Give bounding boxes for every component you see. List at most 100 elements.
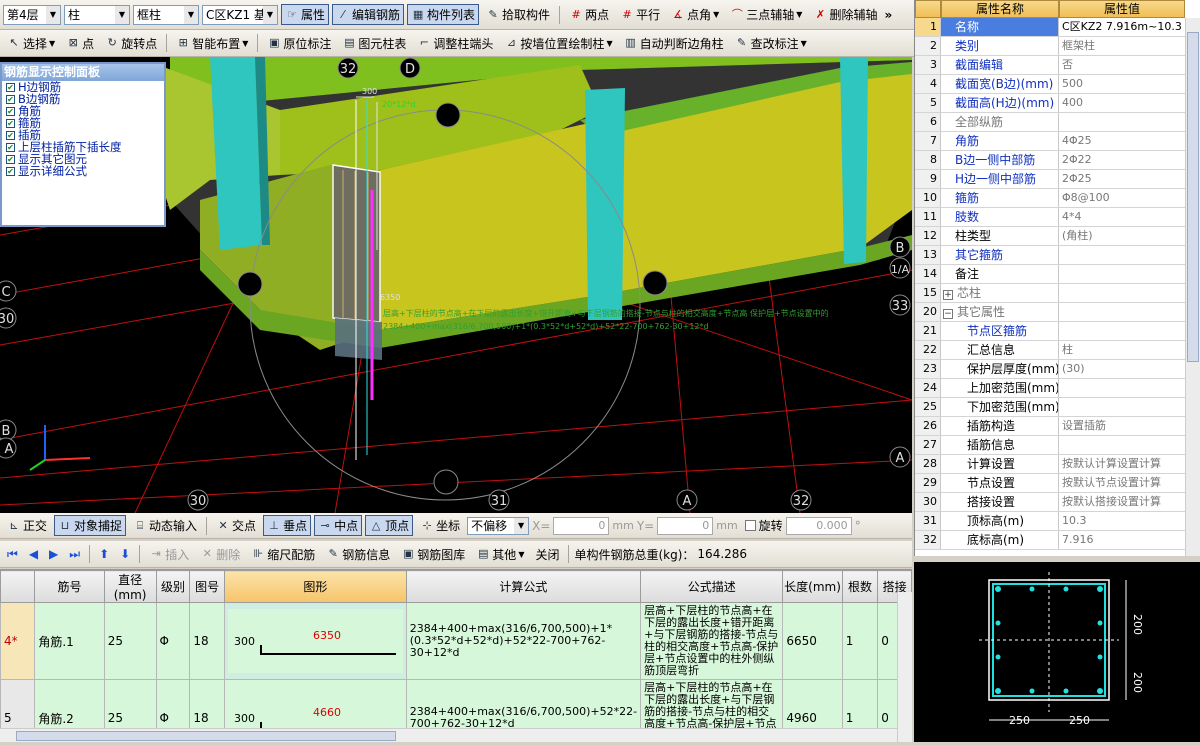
column-header[interactable]: 公式描述 (640, 570, 784, 603)
column-header[interactable]: 计算公式 (405, 570, 642, 603)
object-snap-button[interactable]: ⊔ 对象捕捉 (54, 515, 127, 536)
column-header[interactable]: 长度(mm) (782, 570, 843, 603)
other-button[interactable]: ▤ 其他 ▼ (472, 544, 528, 565)
check-mark-button[interactable]: ✎ 查改标注 ▼ (731, 33, 811, 54)
insert-button[interactable]: ⇥ 插入 (145, 544, 193, 565)
property-row[interactable]: 25 下加密范围(mm) (915, 398, 1185, 417)
property-row[interactable]: 12 柱类型 (角柱) (915, 227, 1185, 246)
property-value[interactable]: (角柱) (1059, 227, 1185, 245)
cell-shape[interactable]: 300 6350 (223, 602, 407, 680)
property-value[interactable] (1059, 379, 1185, 397)
floor-select[interactable]: 第4层 ▼ (3, 4, 61, 25)
column-table-button[interactable]: ▤ 图元柱表 (338, 33, 410, 54)
properties-button[interactable]: ☞ 属性 (281, 4, 330, 25)
component-select[interactable]: C区KZ1 基 ▼ (202, 4, 278, 25)
checkbox-checked-icon[interactable]: ✔ (6, 166, 15, 176)
cell-length[interactable]: 6650 (782, 602, 843, 680)
column-header[interactable]: 直径(mm) (103, 570, 157, 603)
property-value[interactable]: 500 (1059, 75, 1185, 93)
smart-layout-button[interactable]: ⊞ 智能布置 ▼ (172, 33, 252, 54)
close-button[interactable]: 关闭 (531, 544, 563, 565)
property-value[interactable] (1059, 113, 1185, 131)
pick-component-button[interactable]: ✎ 拾取构件 (482, 4, 554, 25)
property-row[interactable]: 22 汇总信息 柱 (915, 341, 1185, 360)
scale-rebar-button[interactable]: ⊪ 缩尺配筋 (247, 544, 319, 565)
checkbox-checked-icon[interactable]: ✔ (6, 118, 15, 128)
cell-dia[interactable]: 25 (103, 602, 157, 680)
checkbox-checked-icon[interactable]: ✔ (6, 154, 15, 164)
delete-axis-button[interactable]: ✗ 删除辅轴 (809, 4, 881, 25)
three-point-axis-button[interactable]: ⌒ 三点辅轴 ▼ (726, 4, 806, 25)
property-row[interactable]: 6 全部纵筋 (915, 113, 1185, 132)
first-record-icon[interactable]: ⏮ (7, 547, 18, 562)
property-row[interactable]: 27 插筋信息 (915, 436, 1185, 455)
property-value[interactable]: 按默认搭接设置计算 (1059, 493, 1185, 511)
column-header[interactable] (0, 570, 36, 603)
rotate-point-button[interactable]: ↻ 旋转点 (101, 33, 161, 54)
property-value[interactable]: 设置插筋 (1059, 417, 1185, 435)
property-value[interactable]: 按默认计算设置计算 (1059, 455, 1185, 473)
cell-formula[interactable]: 2384+400+max(316/6,700,500)+1*(0.3*52*d+… (405, 602, 642, 680)
property-row[interactable]: 11 肢数 4*4 (915, 208, 1185, 227)
point-button[interactable]: ⊠ 点 (62, 33, 98, 54)
property-value[interactable]: 框架柱 (1059, 37, 1185, 55)
dynamic-input-button[interactable]: ⌸ 动态输入 (129, 515, 201, 536)
property-row[interactable]: 3 截面编辑 否 (915, 56, 1185, 75)
column-header[interactable]: 图号 (189, 570, 225, 603)
property-value[interactable] (1059, 246, 1185, 264)
y-coordinate-input[interactable]: 0 (657, 516, 714, 535)
property-row[interactable]: 9 H边一侧中部筋 2Φ25 (915, 170, 1185, 189)
property-row[interactable]: 32 底标高(m) 7.916 (915, 531, 1185, 550)
table-vertical-scrollbar[interactable] (897, 592, 912, 742)
property-row[interactable]: 1 名称 C区KZ2 7.916m~10.3 (915, 18, 1185, 37)
properties-scrollbar[interactable] (1185, 18, 1200, 556)
table-row[interactable]: 4* 角筋.1 25 Φ 18 300 6350 2384+400+max(316/6,700… (0, 602, 912, 680)
point-angle-button[interactable]: ∡ 点角 ▼ (667, 4, 723, 25)
offset-select[interactable]: 不偏移 ▼ (467, 516, 530, 535)
property-value[interactable]: 400 (1059, 94, 1185, 112)
vertex-button[interactable]: △ 顶点 (365, 515, 414, 536)
last-record-icon[interactable]: ⏭ (69, 547, 80, 562)
parallel-axis-button[interactable]: # 平行 (616, 4, 664, 25)
cell-fig[interactable]: 18 (189, 602, 225, 680)
property-value[interactable]: 7.916 (1059, 531, 1185, 549)
column-header[interactable]: 图形 (223, 570, 407, 603)
property-row[interactable]: 31 顶标高(m) 10.3 (915, 512, 1185, 531)
previous-record-icon[interactable]: ◀ (29, 547, 38, 561)
move-up-icon[interactable]: ⬆ (99, 547, 109, 561)
property-row[interactable]: 2 类别 框架柱 (915, 37, 1185, 56)
auto-corner-button[interactable]: ▥ 自动判断边角柱 (620, 33, 728, 54)
property-row[interactable]: 28 计算设置 按默认计算设置计算 (915, 455, 1185, 474)
property-row[interactable]: 26 插筋构造 设置插筋 (915, 417, 1185, 436)
property-value[interactable]: 4Φ25 (1059, 132, 1185, 150)
type-select[interactable]: 框柱 ▼ (133, 4, 199, 25)
property-row[interactable]: 8 B边一侧中部筋 2Φ22 (915, 151, 1185, 170)
rotate-angle-input[interactable]: 0.000 (785, 516, 852, 535)
property-value[interactable] (1059, 284, 1185, 302)
table-horizontal-scrollbar[interactable] (0, 728, 897, 742)
adjust-head-button[interactable]: ⌐ 调整柱端头 (413, 33, 497, 54)
property-row[interactable]: 5 截面高(H边)(mm) 400 (915, 94, 1185, 113)
property-value[interactable] (1059, 322, 1185, 340)
property-row[interactable]: 30 搭接设置 按默认搭接设置计算 (915, 493, 1185, 512)
scrollbar-thumb[interactable] (16, 731, 396, 741)
component-list-button[interactable]: ▦ 构件列表 (407, 4, 480, 25)
column-header[interactable]: 筋号 (34, 570, 105, 603)
expand-icon[interactable]: + (943, 290, 953, 300)
property-row[interactable]: 4 截面宽(B边)(mm) 500 (915, 75, 1185, 94)
property-row[interactable]: 21 节点区箍筋 (915, 322, 1185, 341)
collapse-icon[interactable]: − (943, 309, 953, 319)
cell-grade[interactable]: Φ (155, 602, 191, 680)
origin-mark-button[interactable]: ▣ 原位标注 (263, 33, 335, 54)
ortho-button[interactable]: ⊾ 正交 (3, 515, 51, 536)
property-row[interactable]: 7 角筋 4Φ25 (915, 132, 1185, 151)
delete-button[interactable]: ✕ 删除 (196, 544, 244, 565)
property-value[interactable]: 2Φ25 (1059, 170, 1185, 188)
two-point-axis-button[interactable]: # 两点 (565, 4, 613, 25)
property-value[interactable]: C区KZ2 7.916m~10.3 (1059, 18, 1185, 36)
property-value[interactable] (1059, 303, 1185, 321)
move-down-icon[interactable]: ⬇ (120, 547, 130, 561)
rebar-info-button[interactable]: ✎ 钢筋信息 (322, 544, 394, 565)
cell-name[interactable]: 角筋.1 (34, 602, 105, 680)
property-value[interactable]: (30) (1059, 360, 1185, 378)
